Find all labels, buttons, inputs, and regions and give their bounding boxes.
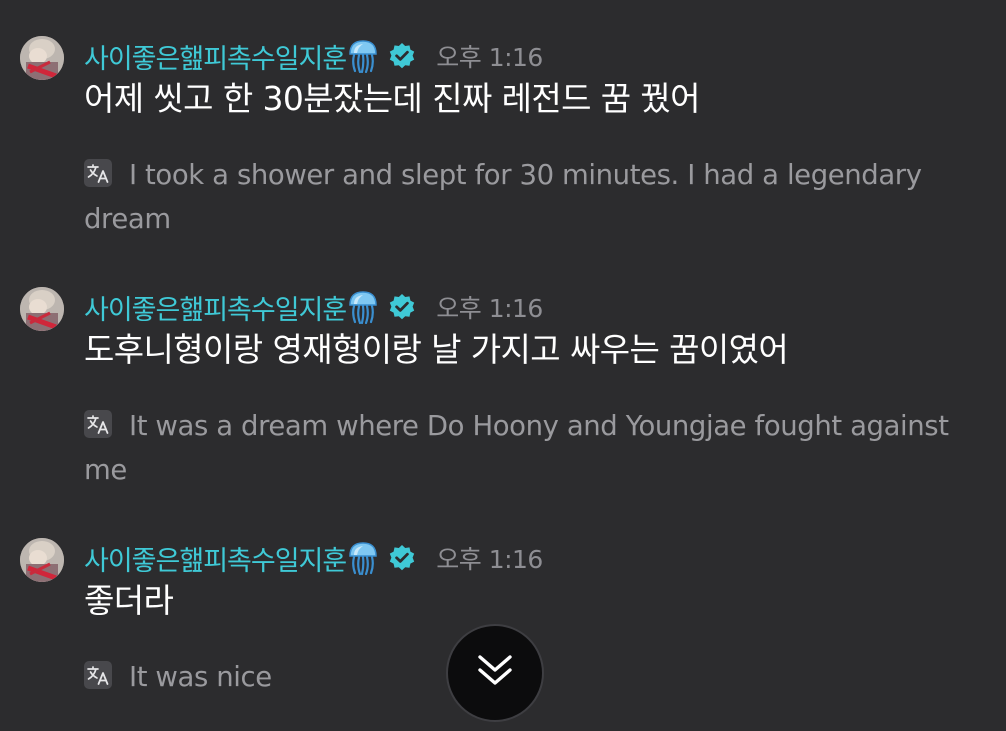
avatar[interactable] xyxy=(20,538,64,582)
message-header: 사이좋은햂피촉수일지훈 오후 1:16 xyxy=(84,538,543,578)
translate-icon[interactable] xyxy=(84,407,112,438)
translation: I took a shower and slept for 30 minutes… xyxy=(84,153,964,241)
chat-thread: 사이좋은햂피촉수일지훈 오후 1:16 어제 씻고 한 30분잤는데 진짜 레전… xyxy=(0,0,1006,731)
verified-badge-icon xyxy=(388,42,416,70)
verified-badge-icon xyxy=(388,544,416,572)
translate-icon[interactable] xyxy=(84,658,112,689)
chat-message: 사이좋은햂피촉수일지훈 오후 1:16 도후니형이랑 영재형이랑 날 가지고 싸… xyxy=(0,287,1006,497)
double-chevron-down-icon xyxy=(475,653,515,693)
scroll-to-bottom-button[interactable] xyxy=(446,624,544,722)
username[interactable]: 사이좋은햂피촉수일지훈 xyxy=(84,288,347,327)
jellyfish-icon xyxy=(348,290,378,325)
translation-text: I took a shower and slept for 30 minutes… xyxy=(84,159,922,235)
timestamp: 오후 1:16 xyxy=(436,43,543,72)
chat-message: 사이좋은햂피촉수일지훈 오후 1:16 어제 씻고 한 30분잤는데 진짜 레전… xyxy=(0,36,1006,246)
translation-text: It was a dream where Do Hoony and Youngj… xyxy=(84,410,949,486)
message-text: 도후니형이랑 영재형이랑 날 가지고 싸우는 꿈이였어 xyxy=(84,330,789,369)
username[interactable]: 사이좋은햂피촉수일지훈 xyxy=(84,37,347,76)
translation: It was a dream where Do Hoony and Youngj… xyxy=(84,404,964,492)
message-text: 어제 씻고 한 30분잤는데 진짜 레전드 꿈 꿨어 xyxy=(84,79,701,118)
timestamp: 오후 1:16 xyxy=(436,545,543,574)
translate-icon[interactable] xyxy=(84,156,112,187)
translation-text: It was nice xyxy=(129,661,272,693)
username[interactable]: 사이좋은햂피촉수일지훈 xyxy=(84,539,347,578)
message-header: 사이좋은햂피촉수일지훈 오후 1:16 xyxy=(84,287,543,327)
verified-badge-icon xyxy=(388,293,416,321)
jellyfish-icon xyxy=(348,39,378,74)
jellyfish-icon xyxy=(348,541,378,576)
timestamp: 오후 1:16 xyxy=(436,294,543,323)
avatar[interactable] xyxy=(20,36,64,80)
message-header: 사이좋은햂피촉수일지훈 오후 1:16 xyxy=(84,36,543,76)
avatar[interactable] xyxy=(20,287,64,331)
message-text: 좋더라 xyxy=(84,581,174,620)
